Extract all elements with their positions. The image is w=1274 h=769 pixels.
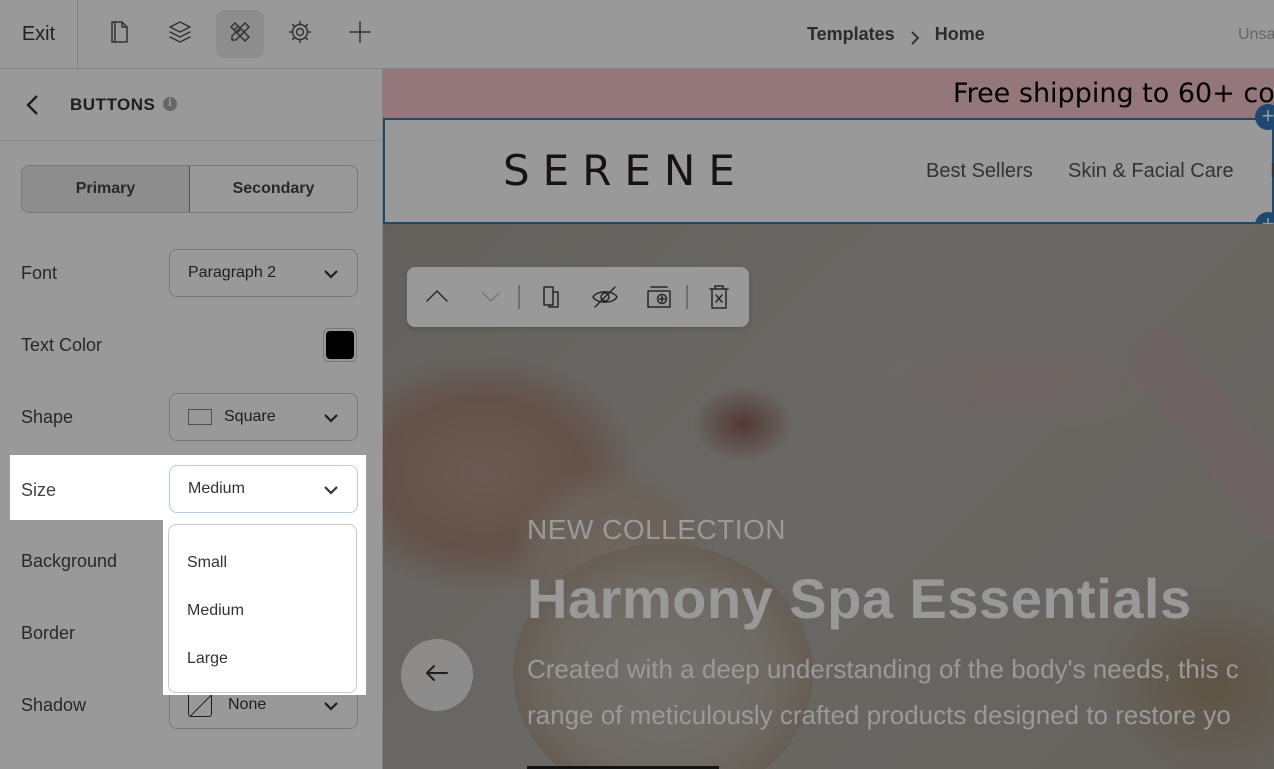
chevron-down-icon <box>323 483 339 495</box>
size-option-medium[interactable]: Medium <box>169 587 356 635</box>
size-dropdown-menu: Small Medium Large <box>168 524 357 693</box>
size-option-small[interactable]: Small <box>169 539 356 587</box>
size-label: Size <box>21 480 57 500</box>
size-value: Medium <box>188 480 245 497</box>
size-select[interactable]: Medium <box>169 465 358 513</box>
size-option-large[interactable]: Large <box>169 635 356 683</box>
size-row: Size Medium <box>10 455 366 520</box>
